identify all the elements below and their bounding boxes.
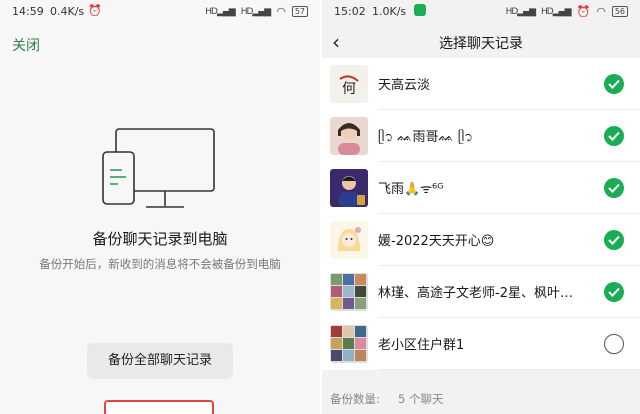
checked-icon[interactable] — [604, 178, 624, 198]
signal-icon: HD▂▄▆ — [505, 6, 536, 17]
checked-icon[interactable] — [604, 74, 624, 94]
chat-name: 老小区住户群1 — [378, 338, 465, 353]
wifi-icon: ◠ — [596, 5, 606, 18]
network-speed: 1.0K/s — [372, 5, 407, 18]
chat-row[interactable]: 媛-2022天天开心😊 — [322, 214, 640, 266]
avatar — [330, 221, 368, 259]
chat-list: 何 天高云淡 ᥫ᭡ ᨐ雨哥ᨐ ᥫ᭡ 飞雨🙏ᯤ⁶ᴳ 媛-2022天天开心😊 林瑾、… — [322, 58, 640, 370]
chat-row[interactable]: 林瑾、高途子文老师-2星、枫叶… — [322, 266, 640, 318]
battery-icon: 56 — [611, 6, 628, 17]
checked-icon[interactable] — [604, 126, 624, 146]
wifi-icon: ◠ — [276, 5, 286, 18]
avatar — [330, 117, 368, 155]
select-chats-button[interactable] — [104, 400, 214, 414]
svg-text:何: 何 — [342, 81, 356, 97]
group-avatar — [330, 325, 368, 363]
chat-row[interactable]: 何 天高云淡 — [322, 58, 640, 110]
chat-row[interactable]: ᥫ᭡ ᨐ雨哥ᨐ ᥫ᭡ — [322, 110, 640, 162]
alarm-icon: ⏰ — [88, 4, 102, 17]
chat-name: ᥫ᭡ ᨐ雨哥ᨐ ᥫ᭡ — [378, 130, 473, 145]
chat-row[interactable]: 飞雨🙏ᯤ⁶ᴳ — [322, 162, 640, 214]
status-time: 14:59 — [12, 5, 44, 18]
chat-name: 天高云淡 — [378, 78, 431, 93]
backup-count-label: 备份数量: — [330, 392, 380, 406]
status-bar: 14:59 0.4K/s ⏰ HD▂▄▆ HD▂▄▆ ◠ 57 — [0, 0, 320, 24]
checked-icon[interactable] — [604, 282, 624, 302]
select-chats-screen: 15:02 1.0K/s HD▂▄▆ HD▂▄▆ ⏰ ◠ 56 ‹ 选择聊天记录… — [322, 0, 640, 414]
group-avatar — [330, 273, 368, 311]
chat-name: 媛-2022天天开心😊 — [378, 234, 495, 249]
top-bar: ‹ 选择聊天记录 — [322, 24, 640, 60]
chat-row[interactable]: 老小区住户群1 — [322, 318, 640, 370]
chat-name: 林瑾、高途子文老师-2星、枫叶… — [378, 286, 573, 301]
close-button[interactable]: 关闭 — [12, 35, 40, 55]
signal-icon: HD▂▄▆ — [205, 6, 235, 17]
avatar — [330, 169, 368, 207]
wechat-icon — [414, 4, 426, 16]
unchecked-icon[interactable] — [604, 334, 624, 354]
signal-icon-2: HD▂▄▆ — [541, 6, 571, 17]
network-speed: 0.4K/s — [50, 5, 85, 18]
chat-name: 飞雨🙏ᯤ⁶ᴳ — [378, 182, 444, 197]
backup-description: 备份开始后，新收到的消息将不会被备份到电脑 — [39, 257, 281, 271]
battery-icon: 57 — [291, 6, 308, 17]
checked-icon[interactable] — [604, 230, 624, 250]
backup-title: 备份聊天记录到电脑 — [92, 230, 228, 248]
status-bar: 15:02 1.0K/s HD▂▄▆ HD▂▄▆ ⏰ ◠ 56 — [322, 0, 640, 24]
backup-count-value: 5 个聊天 — [398, 392, 444, 406]
page-title: 选择聊天记录 — [439, 36, 523, 52]
computer-phone-icon — [102, 128, 215, 208]
signal-icon-2: HD▂▄▆ — [240, 6, 271, 17]
avatar: 何 — [330, 65, 368, 103]
backup-all-button[interactable]: 备份全部聊天记录 — [87, 343, 233, 379]
backup-count: 备份数量: 5 个聊天 — [322, 385, 640, 414]
backup-screen: 14:59 0.4K/s ⏰ HD▂▄▆ HD▂▄▆ ◠ 57 关闭 备份聊天记… — [0, 0, 320, 414]
alarm-icon: ⏰ — [576, 5, 591, 18]
status-time: 15:02 — [334, 5, 366, 18]
